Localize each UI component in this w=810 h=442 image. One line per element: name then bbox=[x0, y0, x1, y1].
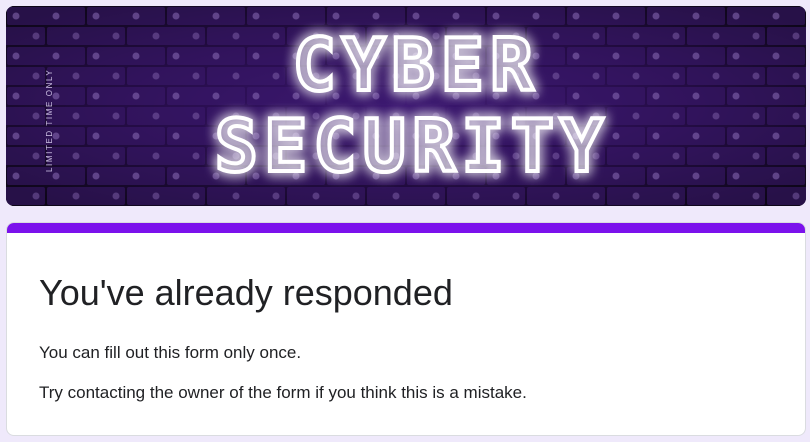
page-title: You've already responded bbox=[39, 272, 453, 313]
header-banner-image: LIMITED TIME ONLY CYBER SECURITY bbox=[6, 6, 806, 206]
banner-headline-line1: CYBER bbox=[293, 23, 540, 107]
once-only-message: You can fill out this form only once. bbox=[39, 343, 302, 362]
banner-graphic: LIMITED TIME ONLY CYBER SECURITY bbox=[6, 6, 806, 206]
contact-owner-message: Try contacting the owner of the form if … bbox=[39, 383, 527, 402]
banner-side-text: LIMITED TIME ONLY bbox=[45, 69, 54, 172]
banner-headline-line2: SECURITY bbox=[215, 104, 610, 188]
response-card: You've already responded You can fill ou… bbox=[6, 222, 806, 436]
card-accent-bar bbox=[7, 223, 805, 233]
